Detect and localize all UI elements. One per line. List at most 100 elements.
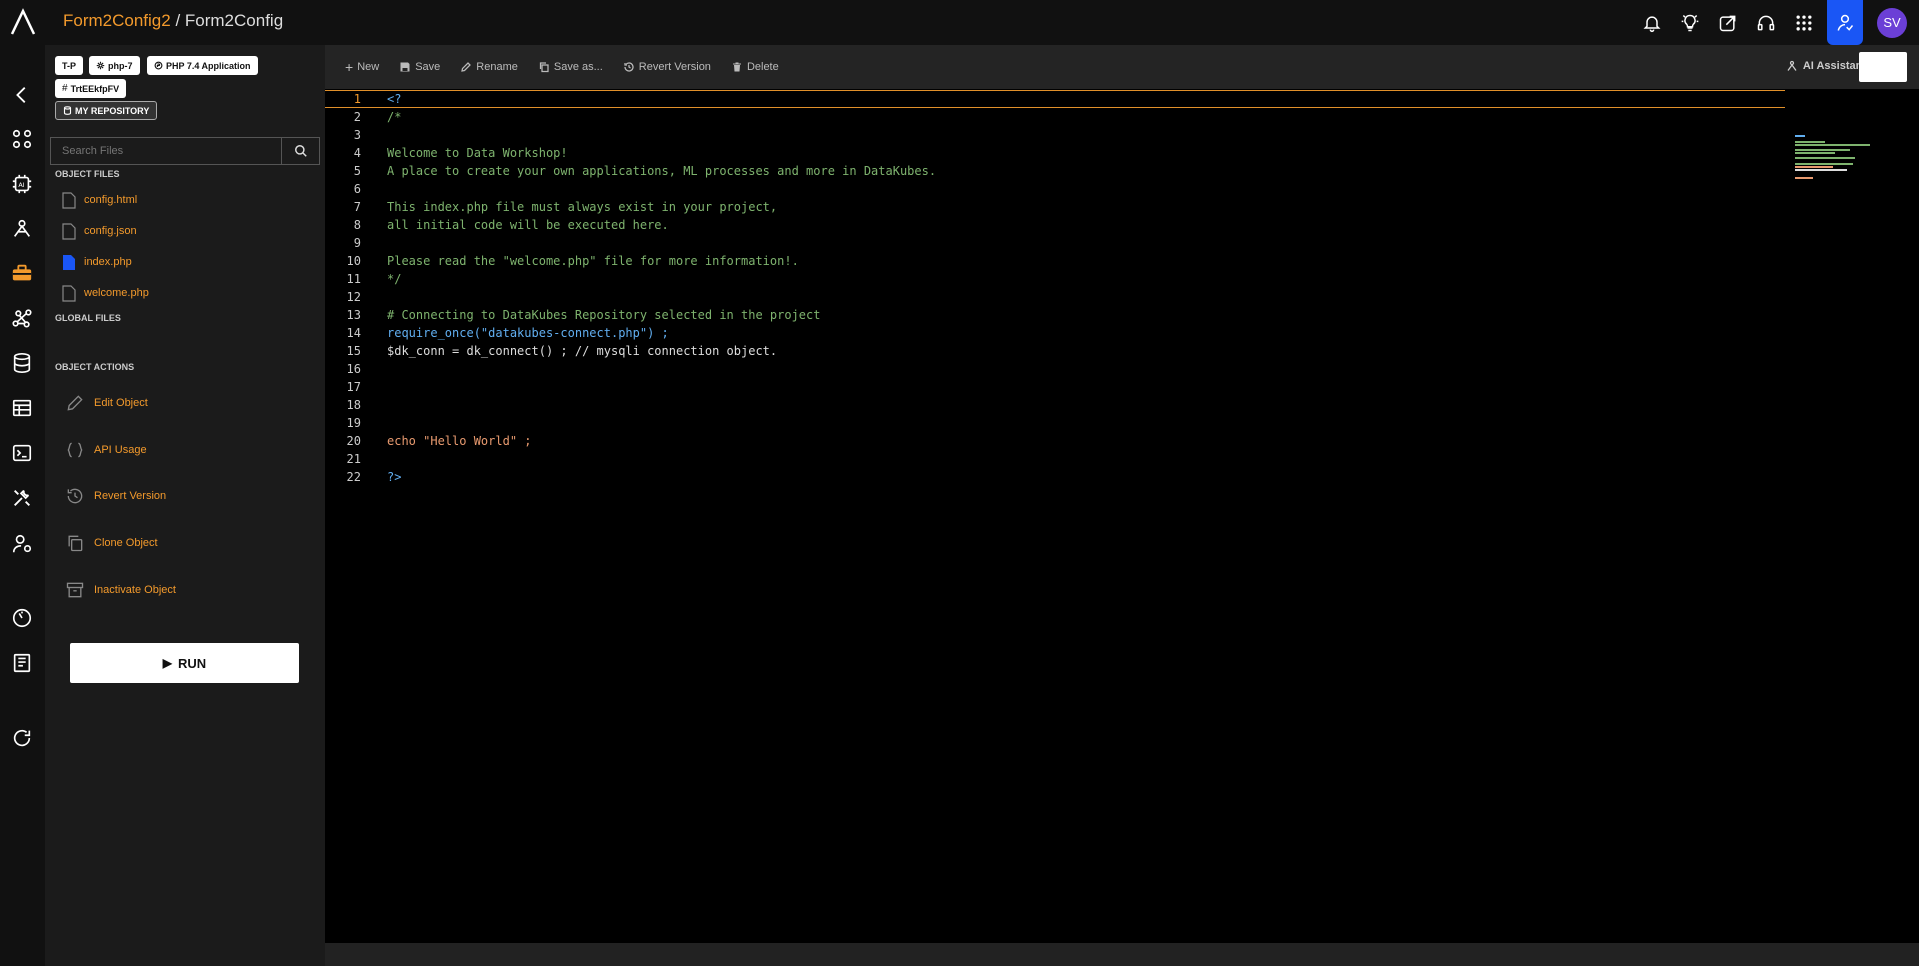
terminal-icon[interactable] <box>9 440 35 466</box>
code-minimap[interactable] <box>1795 135 1885 185</box>
code-line: 5A place to create your own applications… <box>353 164 937 178</box>
my-repository-tag[interactable]: MY REPOSITORY <box>55 101 158 120</box>
tag-label: T-P <box>62 60 77 71</box>
code-line: 16 <box>346 362 361 376</box>
code-line: 11 */ <box>346 272 402 286</box>
save-label: Save <box>415 61 441 73</box>
rename-label: Rename <box>476 61 518 73</box>
file-name: config.json <box>84 225 137 237</box>
search-files <box>50 137 320 165</box>
back-chevron-icon[interactable] <box>9 82 35 108</box>
app-logo[interactable] <box>10 8 36 36</box>
copy-icon <box>539 62 549 73</box>
breadcrumb-current: Form2Config <box>184 11 284 30</box>
search-button[interactable] <box>281 138 319 164</box>
database-icon <box>63 106 72 115</box>
file-item[interactable]: welcome.php <box>62 282 149 304</box>
file-sidebar: T-P php-7 PHP 7.4 Application # TrtEEkfp… <box>45 45 325 966</box>
code-area[interactable]: 1 <? 2/* 3 4 Welcome to Data Workshop! 5A … <box>325 90 1919 520</box>
ai-input-box[interactable] <box>1859 52 1907 82</box>
new-label: New <box>357 61 380 73</box>
breadcrumb-parent[interactable]: Form2Config2 <box>63 11 171 30</box>
history-icon <box>624 62 634 72</box>
editor-toolbar: + New Save Rename Save as... Revert Versi… <box>325 45 1919 89</box>
code-line: 13 # Connecting to DataKubes Repository s… <box>346 308 821 322</box>
horizontal-scrollbar[interactable] <box>325 943 1919 966</box>
bell-icon[interactable] <box>1633 0 1671 45</box>
code-line: 15 $dk_conn = dk_connect() ; // mysqli co… <box>346 344 778 358</box>
file-name: config.html <box>84 194 138 206</box>
table-icon[interactable] <box>9 395 35 421</box>
run-button[interactable]: ▶ RUN <box>70 643 299 683</box>
revert-version-button[interactable]: Revert Version <box>623 61 711 73</box>
network-icon[interactable] <box>9 305 35 331</box>
save-as-label: Save as... <box>553 61 603 73</box>
tag-php-version[interactable]: php-7 <box>89 56 140 75</box>
book-icon[interactable] <box>9 650 35 676</box>
ai-chip-icon[interactable]: AI <box>9 171 35 197</box>
revert-version-action[interactable]: Revert Version <box>65 484 166 508</box>
ml-model-icon[interactable] <box>9 216 35 242</box>
apps-grid-icon[interactable] <box>1785 0 1823 45</box>
delete-button[interactable]: Delete <box>731 61 779 73</box>
ai-assistant-button[interactable]: AI Assistant <box>1786 60 1866 72</box>
save-as-button[interactable]: Save as... <box>538 61 603 73</box>
breadcrumb: Form2Config2 / Form2Config <box>63 11 283 31</box>
code-line: 3 <box>353 128 361 142</box>
global-files-heading: GLOBAL FILES <box>55 313 121 323</box>
tag-label: php-7 <box>108 60 133 71</box>
gauge-icon[interactable] <box>9 605 35 631</box>
edit-object-action[interactable]: Edit Object <box>65 391 148 415</box>
file-item[interactable]: config.json <box>62 220 137 242</box>
file-icon <box>62 191 76 209</box>
file-icon <box>62 222 76 240</box>
run-label: RUN <box>178 655 207 671</box>
database-icon[interactable] <box>9 350 35 376</box>
code-line: 4 Welcome to Data Workshop! <box>353 146 568 160</box>
file-name: index.php <box>84 256 132 268</box>
new-button[interactable]: + New <box>345 59 379 75</box>
object-files-heading: OBJECT FILES <box>55 169 120 179</box>
file-item-active[interactable]: index.php <box>62 251 132 273</box>
toolbox-icon[interactable] <box>9 260 35 286</box>
delete-label: Delete <box>746 61 779 73</box>
tag-label: PHP 7.4 Application <box>166 60 251 71</box>
hash-icon: # <box>62 83 68 94</box>
tag-label: TrtEEkfpFV <box>70 83 120 94</box>
code-line: 10 Please read the "welcome.php" file for… <box>346 254 799 268</box>
avatar[interactable]: SV <box>1877 7 1907 38</box>
tag-project[interactable]: T-P <box>55 56 84 75</box>
headset-icon[interactable] <box>1747 0 1785 45</box>
api-usage-action[interactable]: API Usage <box>65 438 147 462</box>
archive-icon <box>66 582 84 598</box>
top-icons: SV <box>1633 0 1919 45</box>
refresh-icon[interactable] <box>9 725 35 751</box>
repo-tag-label: MY REPOSITORY <box>75 105 150 116</box>
action-label: API Usage <box>94 444 147 456</box>
code-line: 8 all initial code will be executed here. <box>353 218 669 232</box>
pencil-icon <box>67 395 83 411</box>
breadcrumb-separator: / <box>170 11 185 30</box>
tag-application[interactable]: PHP 7.4 Application <box>147 56 258 75</box>
inactivate-object-action[interactable]: Inactivate Object <box>65 578 176 602</box>
file-item[interactable]: config.html <box>62 189 137 211</box>
code-line: 12 <box>346 290 361 304</box>
file-name: welcome.php <box>84 287 149 299</box>
user-settings-icon[interactable] <box>9 531 35 557</box>
tools-icon[interactable] <box>9 485 35 511</box>
save-button[interactable]: Save <box>399 61 440 73</box>
lightbulb-icon[interactable] <box>1671 0 1709 45</box>
gear-icon <box>96 61 105 70</box>
search-input[interactable] <box>51 138 281 164</box>
dashboard-icon[interactable] <box>9 126 35 152</box>
rename-button[interactable]: Rename <box>460 61 518 73</box>
code-line: 9 <box>353 236 361 250</box>
user-workspace-icon[interactable] <box>1827 0 1863 45</box>
php-icon <box>154 61 163 70</box>
svg-text:AI: AI <box>18 181 24 189</box>
tag-id[interactable]: # TrtEEkfpFV <box>55 79 127 98</box>
revert-label: Revert Version <box>638 61 711 73</box>
clone-object-action[interactable]: Clone Object <box>65 531 158 555</box>
share-icon[interactable] <box>1709 0 1747 45</box>
robot-icon <box>1787 60 1797 71</box>
